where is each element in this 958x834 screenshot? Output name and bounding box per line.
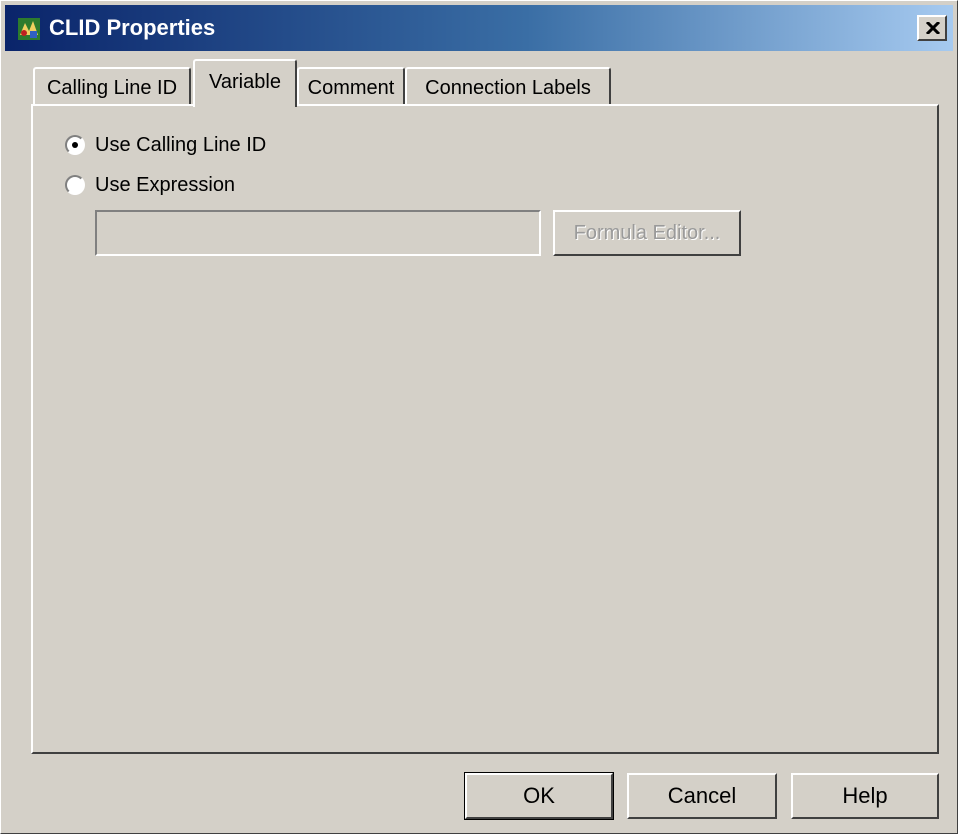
formula-editor-button[interactable]: Formula Editor...	[553, 210, 741, 256]
expression-input[interactable]	[95, 210, 541, 256]
title-bar[interactable]: CLID Properties	[5, 5, 953, 51]
ok-button[interactable]: OK	[464, 772, 614, 820]
help-button[interactable]: Help	[791, 773, 939, 819]
tab-calling-line-id[interactable]: Calling Line ID	[33, 67, 191, 105]
use-expression-option[interactable]: Use Expression	[65, 172, 235, 198]
tab-label: Connection Labels	[425, 77, 591, 99]
tab-label: Comment	[307, 77, 395, 99]
tab-label: Variable	[209, 71, 281, 93]
tab-label: Calling Line ID	[46, 77, 178, 99]
close-button[interactable]	[917, 15, 947, 41]
clid-properties-dialog: CLID Properties Calling Line ID Variable…	[0, 0, 958, 834]
tab-connection-labels[interactable]: Connection Labels	[405, 67, 611, 105]
variable-tab-panel: Use Calling Line ID Use Expression Formu…	[31, 104, 939, 754]
cancel-button[interactable]: Cancel	[627, 773, 777, 819]
clid-app-icon	[17, 17, 41, 41]
use-calling-line-id-radio[interactable]	[65, 135, 85, 155]
tab-variable[interactable]: Variable	[193, 59, 297, 107]
use-calling-line-id-label: Use Calling Line ID	[95, 133, 267, 156]
use-expression-label: Use Expression	[95, 173, 236, 196]
use-expression-radio[interactable]	[65, 175, 85, 195]
use-calling-line-id-option[interactable]: Use Calling Line ID	[65, 132, 266, 158]
close-icon	[926, 22, 940, 34]
window-title: CLID Properties	[49, 15, 216, 40]
tab-comment[interactable]: Comment	[297, 67, 405, 105]
